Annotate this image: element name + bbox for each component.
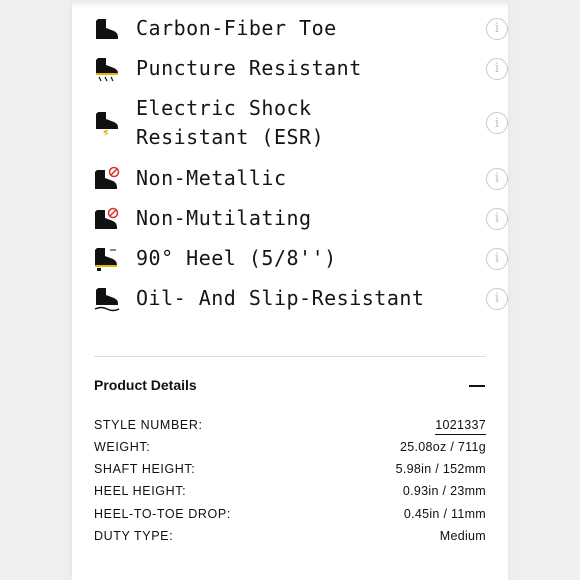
oil-slip-resistant-boot-icon [94,287,120,311]
non-mutilating-boot-icon [95,207,119,229]
product-card: Carbon-Fiber Toe i Puncture Resistant i … [72,0,508,580]
spec-row-weight: WEIGHT: 25.08oz / 711g [94,440,486,460]
heel-90-boot-icon [95,247,117,271]
feature-label: Non-Mutilating [136,206,312,230]
spec-value: 25.08oz / 711g [400,440,486,454]
feature-label: Electric Shock Resistant (ESR) [136,96,325,149]
spec-row-duty-type: DUTY TYPE: Medium [94,529,486,549]
spec-row-shaft-height: SHAFT HEIGHT: 5.98in / 152mm [94,462,486,482]
top-fade [72,0,508,8]
feature-non-mutilating: Non-Mutilating i [94,204,508,233]
feature-non-metallic: Non-Metallic i [94,164,508,193]
feature-electric-shock-resistant: Electric Shock Resistant (ESR) i [94,94,508,152]
feature-oil-slip-resistant: Oil- And Slip-Resistant i [94,284,508,313]
product-details-title[interactable]: Product Details [94,377,197,393]
spec-value-link[interactable]: 1021337 [435,418,486,435]
info-icon[interactable]: i [486,112,508,134]
feature-label: Oil- And Slip-Resistant [136,286,425,310]
spec-value: Medium [439,529,486,543]
carbon-fiber-toe-boot-icon [96,18,118,39]
info-icon[interactable]: i [486,207,508,230]
feature-label: Non-Metallic [136,166,287,190]
spec-label: HEEL-TO-TOE DROP: [94,507,231,521]
spec-value: 5.98in / 152mm [395,462,486,476]
feature-label: Carbon-Fiber Toe [136,16,337,40]
feature-label: Puncture Resistant [136,56,362,80]
spec-label: WEIGHT: [94,440,151,454]
spec-label: SHAFT HEIGHT: [94,462,196,476]
section-divider [94,356,486,357]
non-metallic-boot-icon [95,166,120,189]
feature-puncture-resistant: Puncture Resistant i [94,54,508,83]
spec-label: HEEL HEIGHT: [94,484,187,498]
spec-value: 0.45in / 11mm [403,507,486,521]
feature-90-degree-heel: 90° Heel (5/8'') i [94,244,508,273]
spec-row-heel-to-toe-drop: HEEL-TO-TOE DROP: 0.45in / 11mm [94,507,486,527]
minus-icon[interactable] [468,378,486,394]
spec-label: STYLE NUMBER: [94,418,203,432]
info-icon[interactable]: i [486,247,508,270]
info-icon[interactable]: i [486,17,508,40]
info-icon[interactable]: i [486,57,508,80]
spec-label: DUTY TYPE: [94,529,174,543]
puncture-resistant-boot-icon [96,57,118,81]
feature-label: 90° Heel (5/8'') [136,246,337,270]
electric-shock-boot-icon [96,112,118,136]
spec-value: 0.93in / 23mm [402,484,486,498]
info-icon[interactable]: i [486,287,508,310]
spec-row-style-number: STYLE NUMBER: 1021337 [94,418,486,438]
info-icon[interactable]: i [486,167,508,190]
feature-carbon-fiber-toe: Carbon-Fiber Toe i [94,14,508,43]
spec-row-heel-height: HEEL HEIGHT: 0.93in / 23mm [94,484,486,504]
